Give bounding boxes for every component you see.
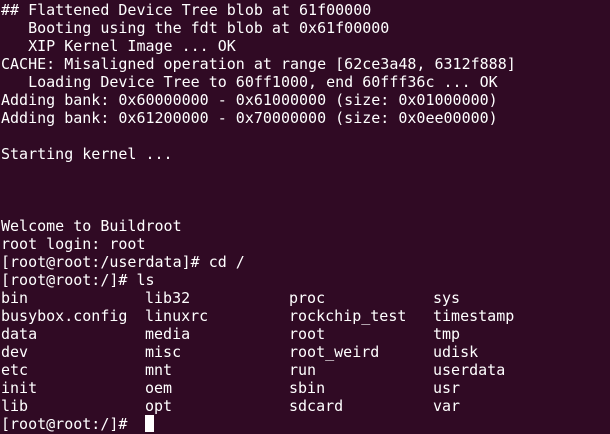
terminal-line: Welcome to Buildroot [1,217,182,235]
directory-entry: var [433,397,461,415]
terminal-line: [root@root:/userdata]# cd / [1,253,245,271]
terminal-line: Booting using the fdt blob at 0x61f00000 [1,19,390,37]
ls-listing: bin lib32 proc sys busybox.config linuxrc rock… [1,289,610,415]
directory-entry: linuxrc [145,307,209,325]
directory-entry: misc [145,343,182,361]
terminal-line: Starting kernel ... [1,145,173,163]
directory-entry: lib32 [145,289,191,307]
terminal-line: XIP Kernel Image ... OK [1,37,236,55]
directory-entry: lib [1,397,29,415]
terminal-line: CACHE: Misaligned operation at range [62… [1,55,516,73]
directory-entry: udisk [433,343,479,361]
terminal-line: [root@root:/]# ls [1,271,155,289]
terminal-line: Adding bank: 0x61200000 - 0x70000000 (si… [1,109,498,127]
terminal-line: Adding bank: 0x60000000 - 0x61000000 (si… [1,91,498,109]
terminal-line: Loading Device Tree to 60ff1000, end 60f… [1,73,498,91]
directory-entry: etc [1,361,29,379]
ls-row: data media root tmp [1,325,610,343]
terminal-window[interactable]: ## Flattened Device Tree blob at 61f0000… [0,0,610,434]
text-cursor [145,415,155,432]
directory-entry: root [289,325,326,343]
directory-entry: sbin [289,379,326,397]
ls-row: busybox.config linuxrc rockchip_test timest… [1,307,610,325]
directory-entry: rockchip_test [289,307,407,325]
directory-entry: media [145,325,191,343]
directory-entry: root_weird [289,343,380,361]
shell-prompt: [root@root:/]# [1,415,137,433]
command-line[interactable]: [root@root:/]# [1,415,610,433]
directory-entry: sys [433,289,461,307]
terminal-output: ## Flattened Device Tree blob at 61f0000… [1,1,610,289]
ls-row: init oem sbin usr [1,379,610,397]
ls-row: etc mnt run userdata [1,361,610,379]
ls-row: lib opt sdcard var [1,397,610,415]
directory-entry: mnt [145,361,173,379]
directory-entry: proc [289,289,326,307]
directory-entry: sdcard [289,397,344,415]
terminal-line: ## Flattened Device Tree blob at 61f0000… [1,1,372,19]
terminal-line: root login: root [1,235,146,253]
directory-entry: usr [433,379,461,397]
directory-entry: bin [1,289,29,307]
directory-entry: oem [145,379,173,397]
directory-entry: timestamp [433,307,515,325]
directory-entry: busybox.config [1,307,128,325]
directory-entry: userdata [433,361,506,379]
directory-entry: dev [1,343,29,361]
directory-entry: data [1,325,38,343]
ls-row: dev misc root_weird udisk [1,343,610,361]
directory-entry: opt [145,397,173,415]
ls-row: bin lib32 proc sys [1,289,610,307]
directory-entry: init [1,379,38,397]
directory-entry: run [289,361,317,379]
directory-entry: tmp [433,325,461,343]
